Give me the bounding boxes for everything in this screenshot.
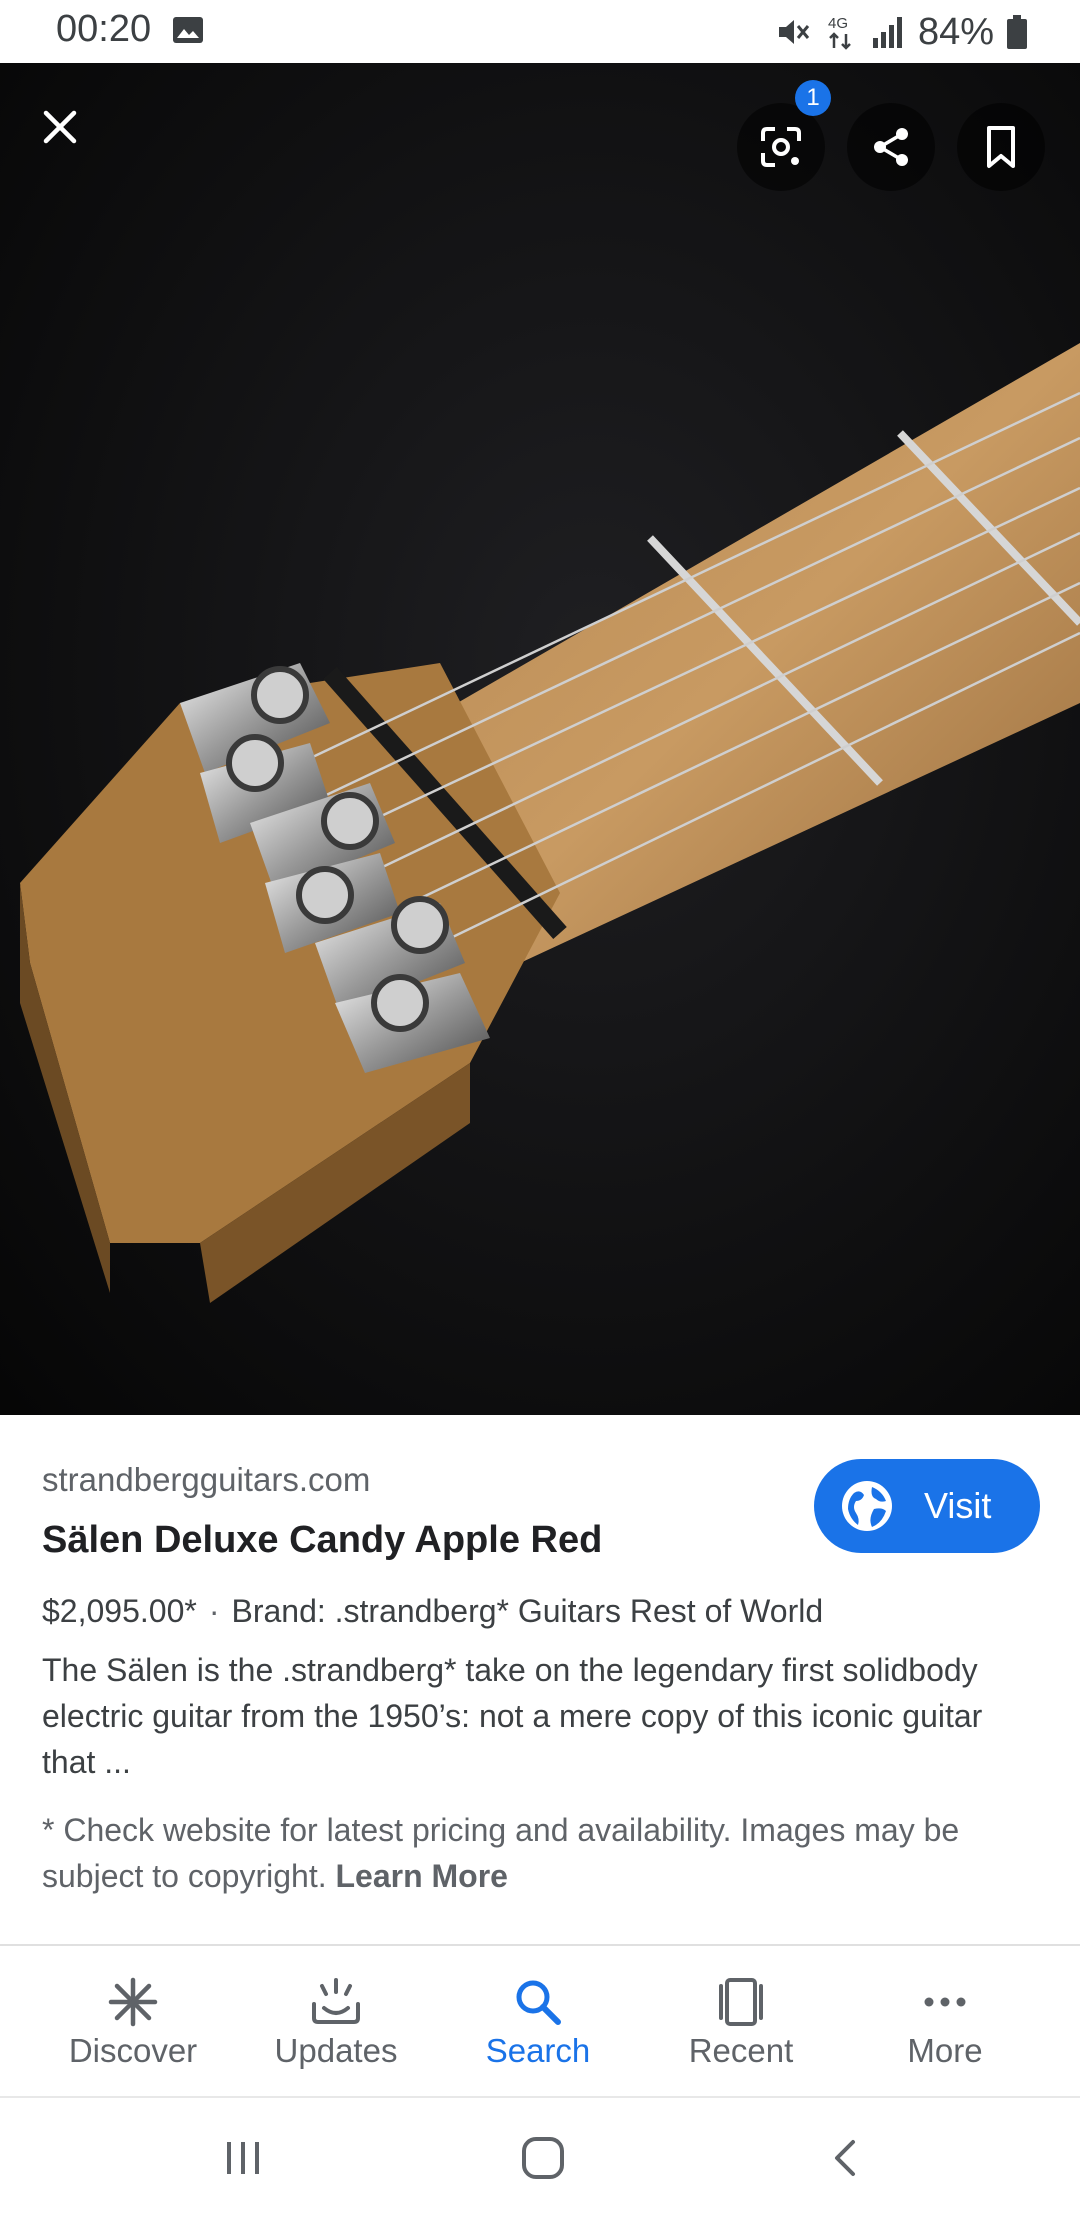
nav-search[interactable]: Search xyxy=(438,1946,638,2096)
visit-label: Visit xyxy=(924,1485,992,1526)
result-brand: Brand: .strandberg* Guitars Rest of Worl… xyxy=(231,1593,824,1629)
image-icon xyxy=(173,17,203,43)
close-button[interactable] xyxy=(32,99,88,155)
learn-more-link[interactable]: Learn More xyxy=(335,1858,507,1894)
nav-discover[interactable]: Discover xyxy=(33,1946,233,2096)
battery-percent: 84% xyxy=(917,10,994,53)
bookmark-icon xyxy=(987,126,1015,168)
visit-button[interactable]: Visit xyxy=(814,1459,1040,1553)
lens-icon xyxy=(761,127,801,167)
asterisk-icon xyxy=(108,1977,158,2027)
result-meta: $2,095.00* · Brand: .strandberg* Guitars R… xyxy=(42,1593,823,1630)
nav-label: More xyxy=(907,2032,983,2069)
status-time: 00:20 xyxy=(56,8,152,50)
back-system-button[interactable] xyxy=(812,2128,882,2188)
recents-system-button[interactable] xyxy=(208,2128,278,2188)
result-title[interactable]: Sälen Deluxe Candy Apple Red xyxy=(42,1519,602,1562)
result-description: The Sälen is the .strandberg* take on th… xyxy=(42,1652,983,1780)
svg-text:4G: 4G xyxy=(828,15,848,32)
meta-separator: · xyxy=(208,1593,220,1629)
updates-icon xyxy=(312,1978,360,2024)
recent-icon xyxy=(719,1978,763,2026)
recents-icon xyxy=(227,2142,259,2174)
nav-label: Discover xyxy=(68,2032,198,2069)
result-source[interactable]: strandbergguitars.com xyxy=(42,1461,370,1499)
search-icon xyxy=(516,1980,561,2025)
status-right: 4G 84% xyxy=(774,8,1028,56)
nav-label: Recent xyxy=(688,2032,794,2069)
bookmark-button[interactable] xyxy=(957,103,1045,191)
bottom-nav: Discover Updates Search Recent More xyxy=(0,1944,1080,2096)
share-button[interactable] xyxy=(847,103,935,191)
result-info: strandbergguitars.com Sälen Deluxe Candy… xyxy=(0,1415,1080,1940)
signal-icon xyxy=(872,17,902,48)
lens-badge: 1 xyxy=(795,80,831,116)
more-icon xyxy=(924,1997,966,2007)
lens-button[interactable] xyxy=(737,103,825,191)
back-icon xyxy=(835,2140,855,2176)
close-icon xyxy=(43,110,77,144)
image-viewer[interactable]: 1 xyxy=(0,63,1080,1415)
nav-more[interactable]: More xyxy=(845,1946,1045,2096)
4g-icon: 4G xyxy=(828,15,851,50)
home-icon xyxy=(522,2137,564,2179)
share-icon xyxy=(874,128,908,166)
nav-label: Updates xyxy=(274,2032,398,2069)
status-bar: 00:20 4G 84% xyxy=(0,0,1080,63)
result-price: $2,095.00* xyxy=(42,1593,197,1629)
system-nav-bar xyxy=(0,2096,1080,2222)
home-system-button[interactable] xyxy=(508,2128,578,2188)
nav-updates[interactable]: Updates xyxy=(236,1946,436,2096)
battery-icon xyxy=(1007,15,1027,49)
mute-icon xyxy=(778,20,810,44)
disclaimer: * Check website for latest pricing and a… xyxy=(42,1807,1042,1899)
nav-label: Search xyxy=(485,2032,591,2069)
globe-icon xyxy=(842,1481,892,1531)
nav-recent[interactable]: Recent xyxy=(641,1946,841,2096)
guitar-photo[interactable] xyxy=(0,63,1080,1415)
